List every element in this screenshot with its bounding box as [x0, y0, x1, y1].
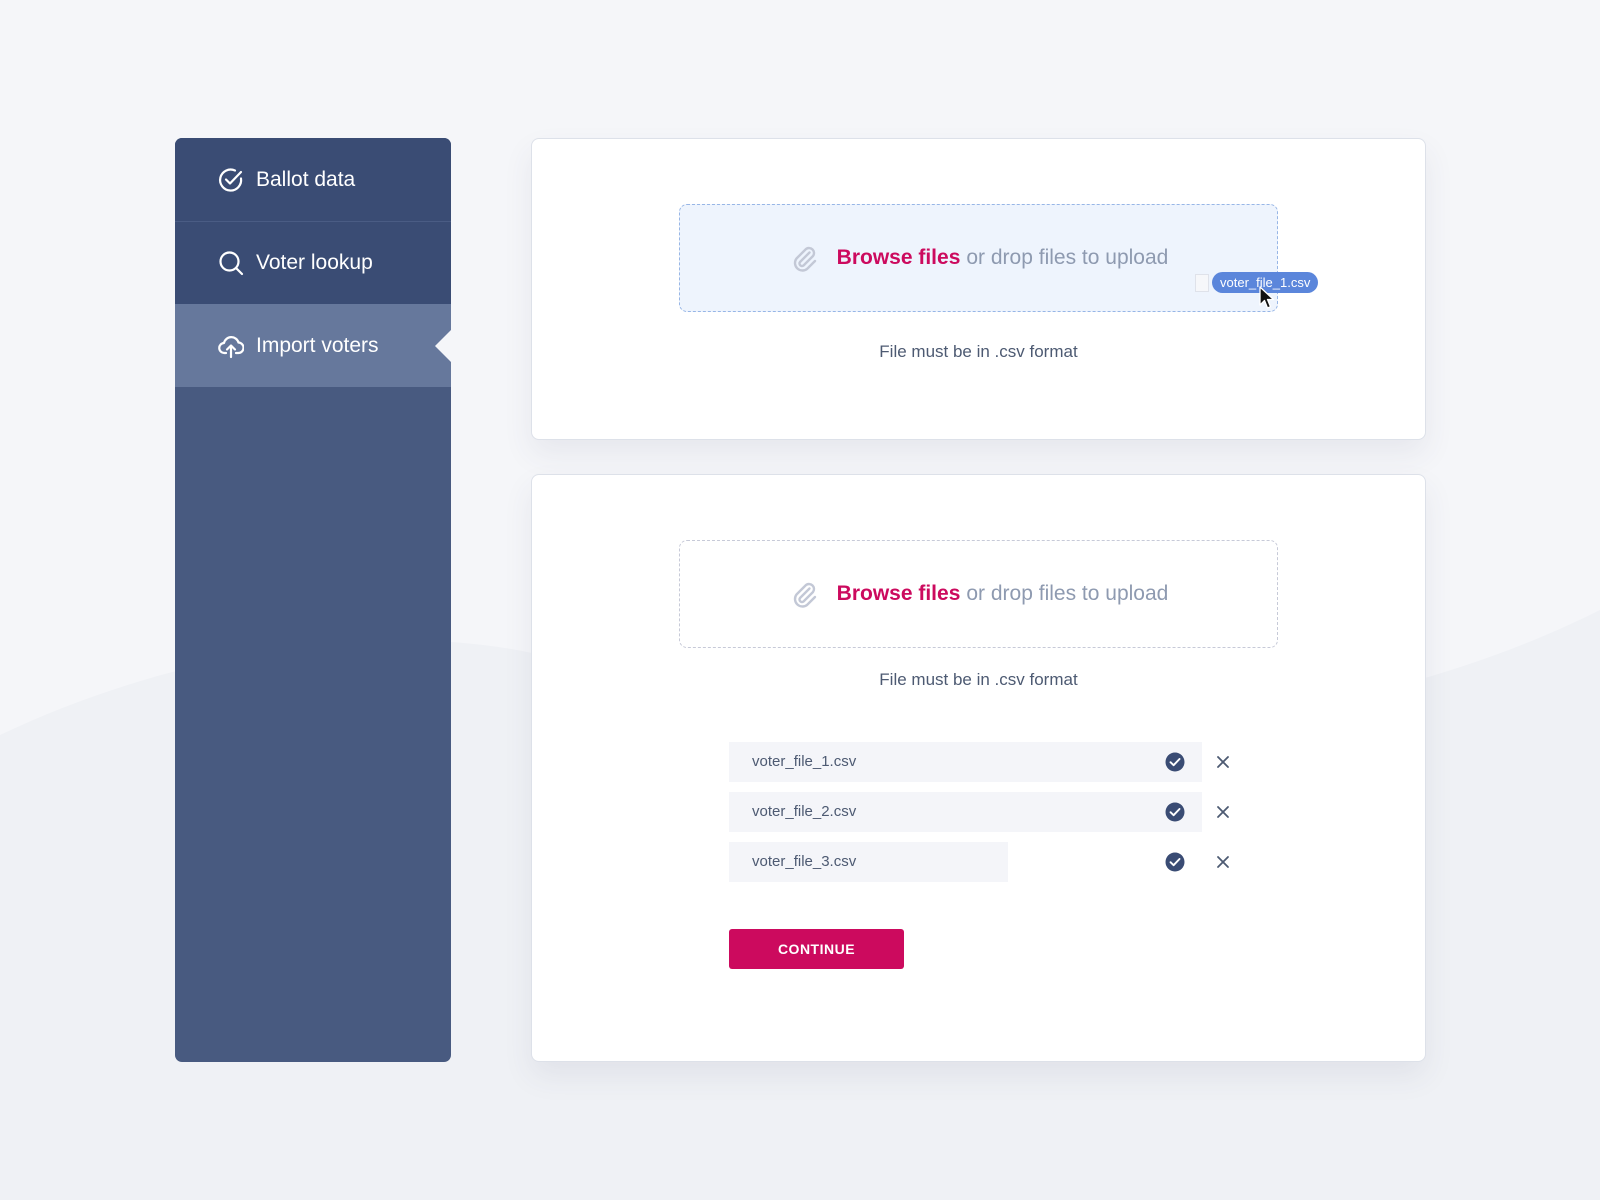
active-indicator: [435, 329, 451, 362]
drop-instruction: or drop files to upload: [966, 246, 1169, 269]
dragged-file[interactable]: voter_file_1.csv: [1195, 272, 1319, 293]
file-list-item: voter_file_2.csv: [729, 792, 1239, 832]
sidebar-item-voter-lookup[interactable]: Voter lookup: [175, 221, 451, 304]
file-list-item: voter_file_1.csv: [729, 742, 1239, 782]
check-circle-icon: [1165, 802, 1185, 822]
file-name: voter_file_1.csv: [752, 753, 857, 770]
file-name: voter_file_3.csv: [752, 853, 857, 870]
check-circle-icon: [218, 167, 244, 193]
format-hint: File must be in .csv format: [879, 670, 1078, 689]
sidebar-item-label: Ballot data: [256, 167, 356, 191]
paperclip-icon: [789, 243, 819, 273]
check-circle-icon: [1165, 852, 1185, 872]
mouse-cursor-icon: [1259, 286, 1275, 309]
drop-instruction: or drop files to upload: [966, 582, 1169, 605]
search-icon: [218, 250, 244, 276]
paperclip-icon: [789, 579, 819, 609]
sidebar-item-label: Import voters: [256, 333, 379, 357]
document-icon: [1195, 273, 1209, 292]
format-hint: File must be in .csv format: [879, 342, 1078, 361]
file-dropzone[interactable]: Browse files or drop files to upload: [679, 540, 1278, 648]
browse-files-link[interactable]: Browse files: [837, 246, 961, 270]
file-name: voter_file_2.csv: [752, 803, 857, 820]
browse-files-link[interactable]: Browse files: [837, 582, 961, 606]
file-dropzone[interactable]: Browse files or drop files to upload: [679, 204, 1278, 312]
sidebar-item-ballot-data[interactable]: Ballot data: [175, 138, 451, 221]
continue-button[interactable]: CONTINUE: [729, 929, 904, 969]
close-icon[interactable]: [1215, 754, 1231, 770]
check-circle-icon: [1165, 752, 1185, 772]
upload-card-files-state: Browse files or drop files to upload Fil…: [531, 474, 1426, 1062]
close-icon[interactable]: [1215, 804, 1231, 820]
close-icon[interactable]: [1215, 854, 1231, 870]
sidebar-item-import-voters[interactable]: Import voters: [175, 304, 451, 387]
sidebar-item-label: Voter lookup: [256, 251, 373, 274]
cloud-upload-icon: [218, 333, 244, 359]
file-list-item: voter_file_3.csv: [729, 842, 1239, 882]
sidebar: Ballot data Voter lookup Import voters: [175, 138, 451, 1062]
